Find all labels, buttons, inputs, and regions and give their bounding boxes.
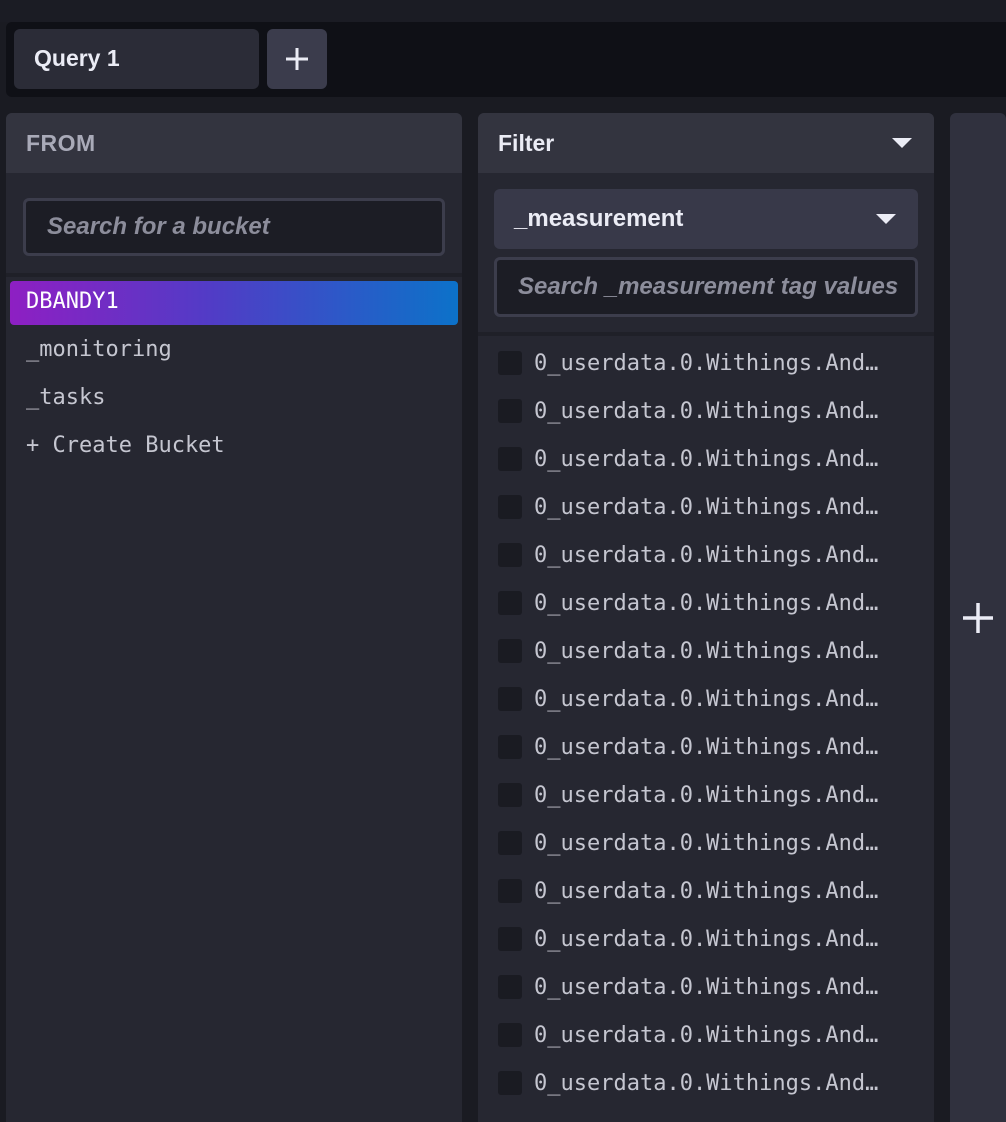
tag-value-item[interactable]: 0_userdata.0.Withings.And…: [478, 675, 934, 723]
bucket-search-input[interactable]: Search for a bucket: [23, 198, 445, 256]
from-panel: FROM Search for a bucket DBANDY1 _monito…: [6, 113, 462, 1122]
divider: [478, 332, 934, 336]
checkbox[interactable]: [498, 879, 522, 903]
checkbox[interactable]: [498, 783, 522, 807]
tag-value-item[interactable]: 0_userdata.0.Withings.And…: [478, 483, 934, 531]
bucket-item-dbandy1[interactable]: DBANDY1: [10, 281, 458, 325]
tag-value-label: 0_userdata.0.Withings.And…: [534, 398, 879, 424]
checkbox[interactable]: [498, 975, 522, 999]
tag-value-item[interactable]: 0_userdata.0.Withings.And…: [478, 723, 934, 771]
tag-value-label: 0_userdata.0.Withings.And…: [534, 542, 879, 568]
tag-value-label: 0_userdata.0.Withings.And…: [534, 494, 879, 520]
tag-key-select[interactable]: _measurement: [494, 189, 918, 249]
checkbox[interactable]: [498, 831, 522, 855]
tag-key-value: _measurement: [514, 205, 684, 232]
tag-value-item[interactable]: 0_userdata.0.Withings.And…: [478, 627, 934, 675]
tag-value-label: 0_userdata.0.Withings.And…: [534, 1022, 879, 1048]
filter-panel: Filter _measurement Search _measurement …: [478, 113, 934, 1122]
tag-value-item[interactable]: 0_userdata.0.Withings.And…: [478, 963, 934, 1011]
tag-value-label: 0_userdata.0.Withings.And…: [534, 446, 879, 472]
tag-value-label: 0_userdata.0.Withings.And…: [534, 830, 879, 856]
tag-value-item[interactable]: 0_userdata.0.Withings.And…: [478, 915, 934, 963]
tab-query-1[interactable]: Query 1: [14, 29, 259, 89]
tag-value-list: 0_userdata.0.Withings.And… 0_userdata.0.W…: [478, 339, 934, 1107]
checkbox[interactable]: [498, 495, 522, 519]
checkbox[interactable]: [498, 639, 522, 663]
tag-value-item[interactable]: 0_userdata.0.Withings.And…: [478, 1011, 934, 1059]
checkbox[interactable]: [498, 447, 522, 471]
from-panel-title: FROM: [26, 129, 96, 156]
checkbox[interactable]: [498, 687, 522, 711]
create-bucket-button[interactable]: + Create Bucket: [10, 425, 458, 469]
filter-type-dropdown[interactable]: Filter: [478, 113, 934, 173]
tag-value-item[interactable]: 0_userdata.0.Withings.And…: [478, 1059, 934, 1107]
add-query-button[interactable]: [267, 29, 327, 89]
checkbox[interactable]: [498, 1023, 522, 1047]
tag-value-item[interactable]: 0_userdata.0.Withings.And…: [478, 339, 934, 387]
tag-value-label: 0_userdata.0.Withings.And…: [534, 782, 879, 808]
tag-value-item[interactable]: 0_userdata.0.Withings.And…: [478, 435, 934, 483]
from-panel-header: FROM: [6, 113, 462, 173]
tag-value-item[interactable]: 0_userdata.0.Withings.And…: [478, 819, 934, 867]
tag-value-label: 0_userdata.0.Withings.And…: [534, 350, 879, 376]
plus-icon: [963, 602, 993, 633]
tag-value-label: 0_userdata.0.Withings.And…: [534, 590, 879, 616]
tag-value-label: 0_userdata.0.Withings.And…: [534, 1070, 879, 1096]
checkbox[interactable]: [498, 1071, 522, 1095]
tag-value-item[interactable]: 0_userdata.0.Withings.And…: [478, 531, 934, 579]
checkbox[interactable]: [498, 351, 522, 375]
tag-value-label: 0_userdata.0.Withings.And…: [534, 734, 879, 760]
tag-value-search-input[interactable]: Search _measurement tag values: [494, 257, 918, 317]
plus-icon: [286, 48, 308, 70]
tag-value-label: 0_userdata.0.Withings.And…: [534, 638, 879, 664]
bucket-item-monitoring[interactable]: _monitoring: [10, 329, 458, 373]
query-tab-bar: Query 1: [6, 22, 1006, 97]
bucket-item-tasks[interactable]: _tasks: [10, 377, 458, 421]
caret-down-icon: [892, 138, 912, 148]
checkbox[interactable]: [498, 591, 522, 615]
checkbox[interactable]: [498, 735, 522, 759]
tag-value-item[interactable]: 0_userdata.0.Withings.And…: [478, 867, 934, 915]
checkbox[interactable]: [498, 399, 522, 423]
filter-panel-title: Filter: [498, 129, 555, 156]
tag-value-item[interactable]: 0_userdata.0.Withings.And…: [478, 579, 934, 627]
add-filter-button[interactable]: [950, 113, 1006, 1122]
caret-down-icon: [876, 214, 896, 224]
checkbox[interactable]: [498, 927, 522, 951]
tag-value-label: 0_userdata.0.Withings.And…: [534, 926, 879, 952]
tag-value-label: 0_userdata.0.Withings.And…: [534, 878, 879, 904]
tag-value-item[interactable]: 0_userdata.0.Withings.And…: [478, 771, 934, 819]
tag-value-item[interactable]: 0_userdata.0.Withings.And…: [478, 387, 934, 435]
top-band: [0, 0, 1006, 22]
checkbox[interactable]: [498, 543, 522, 567]
tag-value-label: 0_userdata.0.Withings.And…: [534, 974, 879, 1000]
tag-value-label: 0_userdata.0.Withings.And…: [534, 686, 879, 712]
divider: [6, 273, 462, 277]
